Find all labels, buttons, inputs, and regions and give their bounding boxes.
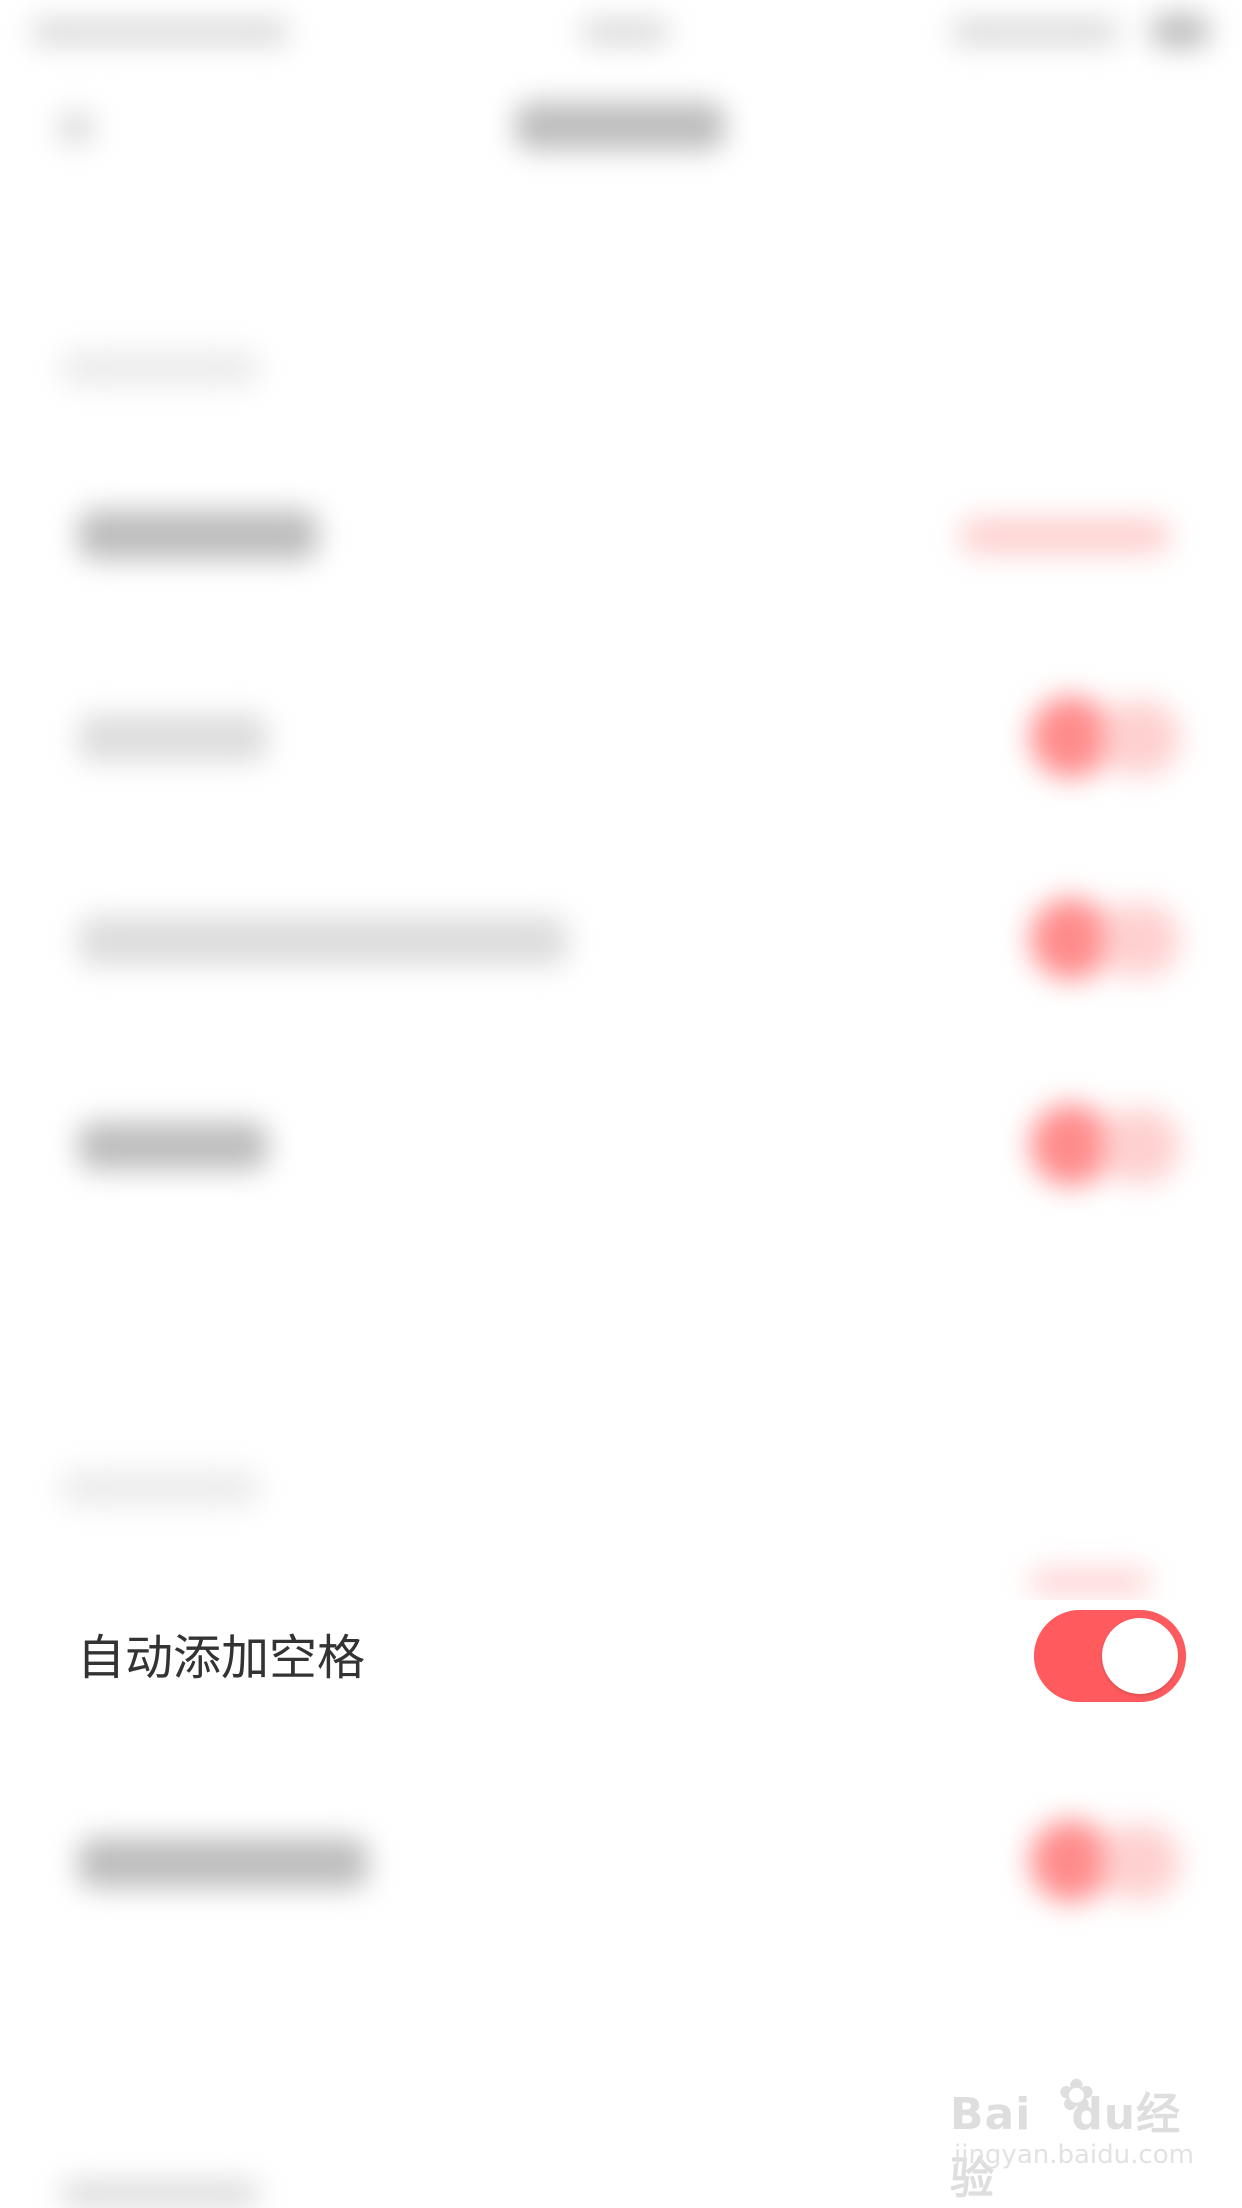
settings-screen: 自动添加空格 Bai du经验 ✿ jingyan.baidu.com [0,0,1242,2208]
blurred-background [0,0,1242,2208]
settings-row-auto-add-space[interactable]: 自动添加空格 [0,1600,1242,1715]
auto-add-space-label: 自动添加空格 [77,1630,366,1686]
baidu-jingyan-watermark: Bai du经验 ✿ jingyan.baidu.com [950,2070,1210,2204]
toggle-knob [1102,1618,1178,1694]
watermark-brand-text: Bai [950,2089,1032,2140]
watermark-url: jingyan.baidu.com [954,2140,1194,2170]
auto-add-space-toggle[interactable] [1034,1610,1186,1702]
paw-icon: ✿ [1058,2070,1095,2121]
